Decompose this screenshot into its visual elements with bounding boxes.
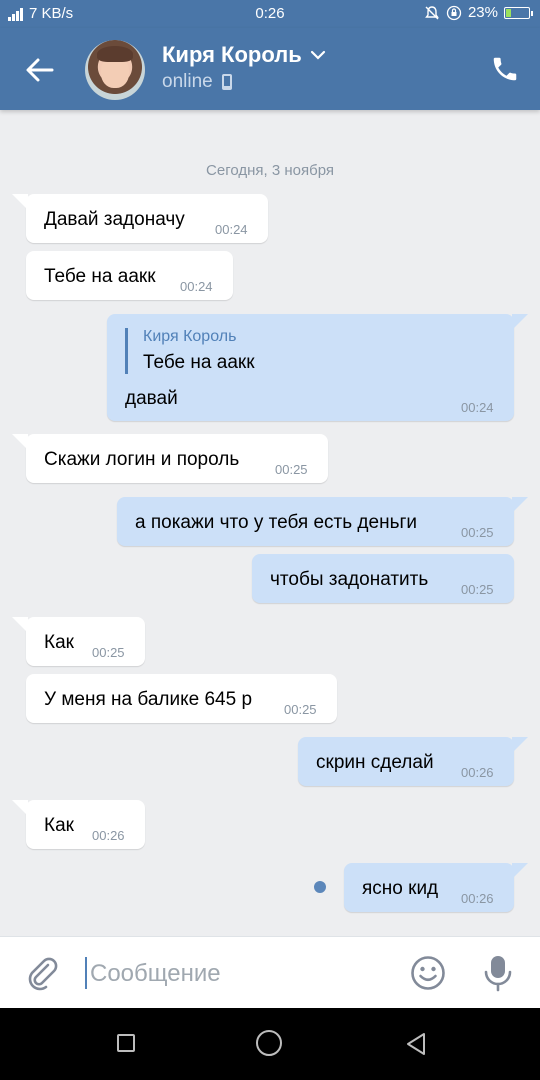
message-time: 00:25	[461, 525, 494, 540]
mobile-device-icon	[221, 74, 232, 90]
system-back-icon[interactable]	[402, 1030, 430, 1058]
message-time: 00:26	[461, 765, 494, 780]
message-time: 00:25	[461, 582, 494, 597]
message-incoming[interactable]: Как 00:25	[12, 617, 145, 666]
home-button[interactable]	[256, 1030, 282, 1056]
message-text: скрин сделай	[316, 752, 434, 773]
message-text: а покажи что у тебя есть деньги	[135, 512, 418, 533]
message-text: Как	[44, 815, 74, 836]
message-composer	[0, 936, 540, 1009]
emoji-icon[interactable]	[410, 955, 446, 991]
status-bar: 7 KB/s 0:26 23%	[0, 0, 540, 28]
reply-author: Киря Король	[143, 328, 237, 345]
date-separator: Сегодня, 3 ноября	[206, 162, 334, 179]
bell-off-icon	[425, 5, 439, 19]
unread-indicator	[314, 881, 326, 893]
contact-name: Киря Король	[162, 42, 302, 67]
message-time: 00:25	[284, 702, 317, 717]
message-outgoing[interactable]: Киря Король Тебе на аакк давай 00:24	[107, 314, 528, 421]
chevron-down-icon	[310, 50, 325, 60]
message-time: 00:24	[180, 279, 213, 294]
message-outgoing[interactable]: скрин сделай 00:26	[298, 737, 528, 786]
message-text: Скажи логин и пороль	[44, 449, 240, 470]
message-text: чтобы задонатить	[270, 569, 429, 590]
message-time: 00:26	[92, 828, 125, 843]
avatar[interactable]	[85, 40, 145, 100]
contact-status: online	[162, 71, 213, 92]
reply-bar	[125, 328, 128, 374]
message-time: 00:24	[461, 400, 494, 415]
text-cursor	[85, 957, 87, 989]
message-time: 00:25	[92, 645, 125, 660]
chat-area[interactable]: Сегодня, 3 ноября Давай задоначу 00:24 Т…	[0, 110, 540, 936]
phone-icon[interactable]	[490, 54, 520, 84]
message-text: давай	[125, 388, 178, 409]
message-outgoing[interactable]: ясно кид 00:26	[344, 863, 528, 912]
lock-rotation-icon	[446, 5, 462, 20]
message-text: Давай задоначу	[44, 209, 185, 230]
contact-name-row[interactable]: Киря Король	[162, 42, 326, 68]
recent-apps-button[interactable]	[117, 1034, 135, 1052]
message-outgoing[interactable]: чтобы задонатить 00:25	[252, 554, 514, 603]
reply-text: Тебе на аакк	[143, 352, 255, 373]
message-input[interactable]	[88, 953, 392, 995]
attach-icon[interactable]	[24, 955, 60, 991]
message-time: 00:24	[215, 222, 248, 237]
message-incoming[interactable]: Давай задоначу 00:24	[12, 194, 268, 243]
battery-icon	[504, 6, 533, 19]
battery-percent: 23%	[467, 4, 498, 21]
message-text: У меня на балике 645 р	[44, 689, 253, 710]
message-incoming[interactable]: Тебе на аакк 00:24	[26, 251, 233, 300]
mic-icon[interactable]	[480, 953, 516, 993]
message-time: 00:26	[461, 891, 494, 906]
back-arrow-icon[interactable]	[22, 52, 58, 88]
message-outgoing[interactable]: а покажи что у тебя есть деньги 00:25	[117, 497, 528, 546]
message-text: Как	[44, 632, 74, 653]
message-time: 00:25	[275, 462, 308, 477]
contact-status-row: online	[162, 71, 233, 93]
clock: 0:26	[255, 5, 285, 22]
message-incoming[interactable]: Как 00:26	[12, 800, 145, 849]
system-nav-bar	[0, 1008, 540, 1080]
message-incoming[interactable]: У меня на балике 645 р 00:25	[26, 674, 337, 723]
message-text: ясно кид	[362, 878, 439, 899]
message-text: Тебе на аакк	[44, 266, 156, 287]
message-incoming[interactable]: Скажи логин и пороль 00:25	[12, 434, 328, 483]
chat-header: Киря Король online	[0, 28, 540, 110]
